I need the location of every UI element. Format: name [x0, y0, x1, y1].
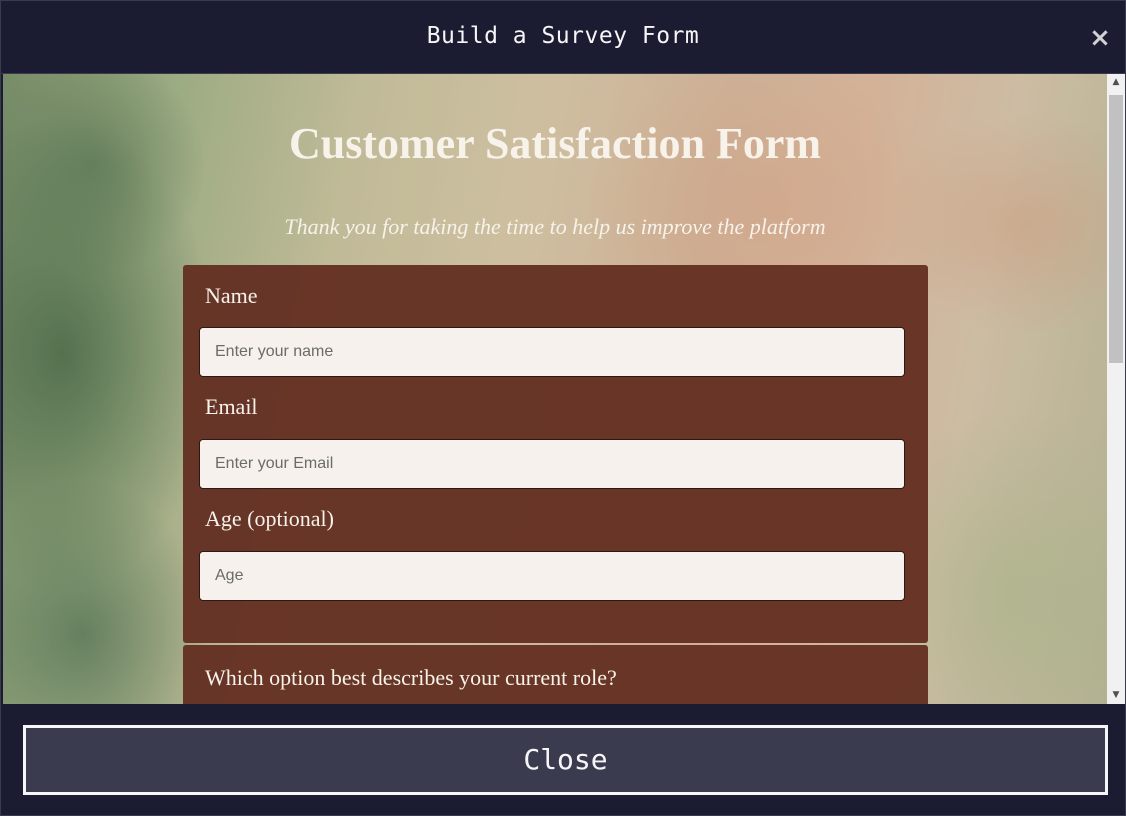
close-button[interactable]: Close — [23, 725, 1108, 795]
email-label: Email — [205, 394, 258, 419]
form-description: Thank you for taking the time to help us… — [284, 214, 826, 239]
modal-header: Build a Survey Form × — [1, 1, 1125, 74]
scroll-thumb[interactable] — [1109, 95, 1123, 363]
name-label: Name — [205, 283, 258, 308]
survey-modal: Build a Survey Form × Customer Satisfact… — [0, 0, 1126, 816]
scrollbar[interactable]: ▲ ▼ — [1107, 74, 1125, 704]
role-question: Which option best describes your current… — [205, 665, 617, 690]
preview-frame: Customer Satisfaction Form Thank you for… — [3, 74, 1107, 704]
form-card-role: Which option best describes your current… — [183, 645, 928, 704]
scroll-up-icon[interactable]: ▲ — [1107, 74, 1125, 91]
email-input[interactable] — [199, 439, 905, 489]
age-label: Age (optional) — [205, 506, 334, 531]
name-input[interactable] — [199, 327, 905, 377]
form-card-personal: Name Email Age (optional) — [183, 265, 928, 643]
modal-footer: Close — [1, 705, 1125, 815]
modal-title: Build a Survey Form — [426, 23, 700, 49]
close-icon[interactable]: × — [1085, 23, 1115, 53]
form-title: Customer Satisfaction Form — [289, 119, 821, 168]
scroll-down-icon[interactable]: ▼ — [1107, 687, 1125, 704]
preview-content: Customer Satisfaction Form Thank you for… — [3, 74, 1107, 704]
age-input[interactable] — [199, 551, 905, 601]
